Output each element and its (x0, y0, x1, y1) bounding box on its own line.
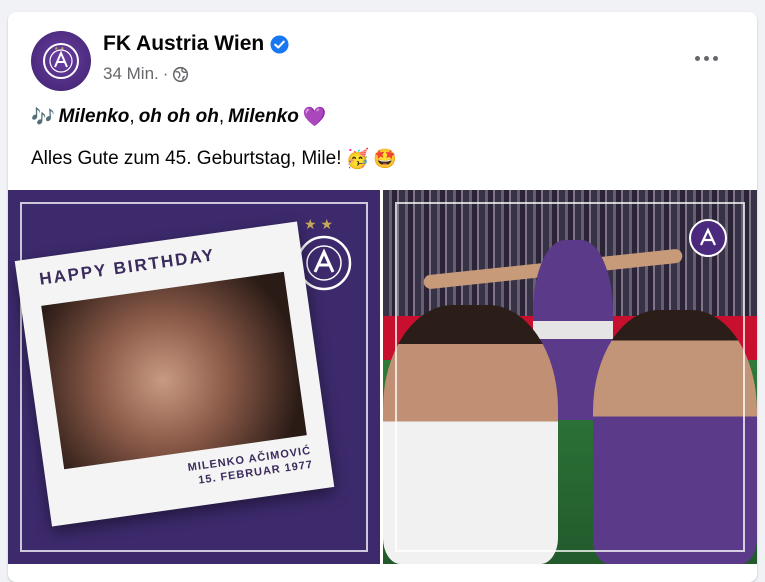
post-text-line2: Alles Gute zum 45. Geburtstag, Mile! 🥳 🤩 (31, 147, 397, 171)
birthday-photo-card: HAPPY BIRTHDAY MILENKO AČIMOVIĆ 15. FEBR… (14, 221, 335, 527)
text-part3: Milenko (228, 105, 299, 127)
star-struck-emoji: 🤩 (373, 148, 397, 170)
globe-icon[interactable] (172, 66, 189, 83)
music-notes-emoji: 🎶 (31, 106, 55, 128)
post-card: ★ ★ FK Austria Wien 34 Min. · 🎶 Milenko,… (8, 12, 757, 582)
post-image-right[interactable] (383, 190, 757, 564)
post-meta: 34 Min. · (103, 64, 189, 84)
page-name[interactable]: FK Austria Wien (103, 32, 264, 56)
post-image-left[interactable]: ★★ HAPPY BIRTHDAY MILENKO AČIMOVIĆ 15. F… (8, 190, 380, 564)
post-timestamp[interactable]: 34 Min. (103, 64, 159, 84)
verified-badge-icon (270, 34, 289, 54)
text-comma1: , (129, 105, 135, 127)
photo-caption: MILENKO AČIMOVIĆ 15. FEBRUAR 1977 (187, 444, 314, 489)
text-line2: Alles Gute zum 45. Geburtstag, Mile! (31, 147, 342, 169)
text-comma2: , (218, 105, 225, 127)
player-portrait (41, 271, 307, 470)
image-frame (395, 202, 745, 552)
meta-separator: · (162, 64, 169, 83)
page-avatar[interactable]: ★ ★ (31, 31, 91, 91)
text-part2: oh oh oh (138, 105, 219, 127)
club-crest-icon: ★ ★ (43, 43, 79, 79)
crest-stars: ★★ (304, 216, 338, 232)
text-part1: Milenko (58, 105, 130, 127)
purple-heart-emoji: 💜 (302, 106, 327, 128)
svg-text:★ ★: ★ ★ (54, 46, 65, 52)
page-name-link[interactable]: FK Austria Wien (103, 32, 289, 56)
more-options-icon[interactable] (686, 46, 726, 70)
post-text-line1: 🎶 Milenko, oh oh oh, Milenko 💜 (31, 105, 327, 129)
party-face-emoji: 🥳 (345, 148, 370, 170)
